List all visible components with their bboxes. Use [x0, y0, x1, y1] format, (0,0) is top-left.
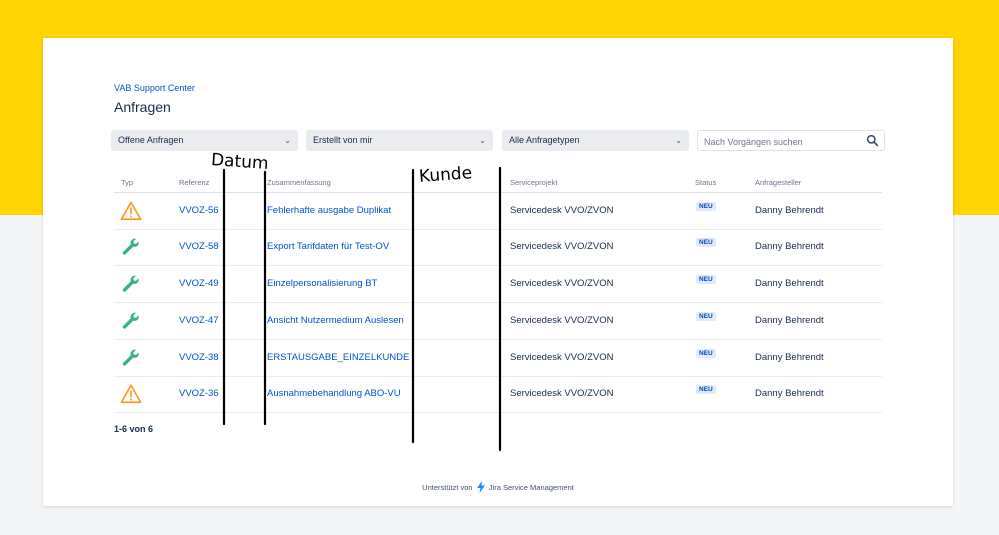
filter-type-dropdown[interactable]: Alle Anfragetypen ⌄: [502, 130, 689, 151]
request-summary-link[interactable]: Einzelpersonalisierung BT: [267, 278, 377, 289]
request-reference-link[interactable]: VVOZ-38: [179, 352, 219, 363]
requester-name: Danny Behrendt: [755, 315, 824, 326]
request-summary-link[interactable]: Fehlerhafte ausgabe Duplikat: [267, 205, 391, 216]
request-reference-link[interactable]: VVOZ-58: [179, 241, 219, 252]
column-header-status: Status: [695, 178, 717, 187]
requester-name: Danny Behrendt: [755, 352, 824, 363]
requester-name: Danny Behrendt: [755, 388, 824, 399]
request-reference-link[interactable]: VVOZ-36: [179, 388, 219, 399]
footer-prefix: Unterstützt von: [422, 483, 473, 492]
table-row[interactable]: VVOZ-56 Fehlerhafte ausgabe Duplikat Servi…: [114, 193, 882, 230]
search-icon[interactable]: [866, 134, 879, 147]
filter-status-label: Offene Anfragen: [118, 135, 184, 145]
request-reference-link[interactable]: VVOZ-49: [179, 278, 219, 289]
chevron-down-icon: ⌄: [479, 136, 486, 145]
wrench-icon: [122, 275, 139, 292]
table-row[interactable]: VVOZ-47 Ansicht Nutzermedium Auslesen Serv…: [114, 303, 882, 340]
service-project: Servicedesk VVO/ZVON: [510, 241, 614, 252]
status-badge: NEU: [696, 275, 716, 284]
column-header-requester: Anfragesteller: [755, 178, 802, 187]
status-badge: NEU: [696, 312, 716, 321]
request-summary-link[interactable]: Ansicht Nutzermedium Auslesen: [267, 315, 404, 326]
requester-name: Danny Behrendt: [755, 241, 824, 252]
status-badge: NEU: [696, 349, 716, 358]
status-badge: NEU: [696, 202, 716, 211]
wrench-icon: [122, 238, 139, 255]
table-row[interactable]: VVOZ-36 Ausnahmebehandlung ABO-VU Serviced…: [114, 376, 882, 413]
service-project: Servicedesk VVO/ZVON: [510, 205, 614, 216]
service-project: Servicedesk VVO/ZVON: [510, 278, 614, 289]
service-project: Servicedesk VVO/ZVON: [510, 388, 614, 399]
status-badge: NEU: [696, 385, 716, 394]
filter-creator-dropdown[interactable]: Erstellt von mir ⌄: [306, 130, 493, 151]
filter-creator-label: Erstellt von mir: [313, 135, 373, 145]
page-title: Anfragen: [114, 99, 171, 115]
pagination-count: 1-6 von 6: [114, 424, 154, 434]
requester-name: Danny Behrendt: [755, 278, 824, 289]
request-reference-link[interactable]: VVOZ-56: [179, 205, 219, 216]
service-project: Servicedesk VVO/ZVON: [510, 315, 614, 326]
search-input[interactable]: [702, 133, 861, 150]
requester-name: Danny Behrendt: [755, 205, 824, 216]
request-summary-link[interactable]: Ausnahmebehandlung ABO-VU: [267, 388, 401, 399]
filter-type-label: Alle Anfragetypen: [509, 135, 580, 145]
breadcrumb[interactable]: VAB Support Center: [114, 83, 195, 93]
wrench-icon: [122, 312, 139, 329]
filter-status-dropdown[interactable]: Offene Anfragen ⌄: [111, 130, 298, 151]
footer-brand-link[interactable]: Jira Service Management: [489, 483, 574, 492]
requests-card: VAB Support Center Anfragen Offene Anfra…: [43, 38, 953, 506]
service-project: Servicedesk VVO/ZVON: [510, 352, 614, 363]
jira-lightning-icon: [476, 481, 485, 493]
table-row[interactable]: VVOZ-38 ERSTAUSGABE_EINZELKUNDE Servicedes…: [114, 340, 882, 377]
table-row[interactable]: VVOZ-49 Einzelpersonalisierung BT Serviced…: [114, 266, 882, 303]
warning-icon: [120, 201, 142, 221]
column-header-project: Serviceprojekt: [510, 178, 558, 187]
table-row[interactable]: VVOZ-58 Export Tarifdaten für Test-OV Serv…: [114, 229, 882, 266]
footer: Unterstützt von Jira Service Management: [43, 481, 953, 493]
column-header-reference: Referenz: [179, 178, 210, 187]
chevron-down-icon: ⌄: [284, 136, 291, 145]
column-header-summary: Zusammenfassung: [267, 178, 331, 187]
request-summary-link[interactable]: ERSTAUSGABE_EINZELKUNDE: [267, 352, 409, 363]
column-header-type: Typ: [121, 178, 134, 187]
search-box[interactable]: [697, 130, 885, 151]
status-badge: NEU: [696, 238, 716, 247]
warning-icon: [120, 384, 142, 404]
request-reference-link[interactable]: VVOZ-47: [179, 315, 219, 326]
wrench-icon: [122, 349, 139, 366]
request-summary-link[interactable]: Export Tarifdaten für Test-OV: [267, 241, 389, 252]
chevron-down-icon: ⌄: [675, 136, 682, 145]
